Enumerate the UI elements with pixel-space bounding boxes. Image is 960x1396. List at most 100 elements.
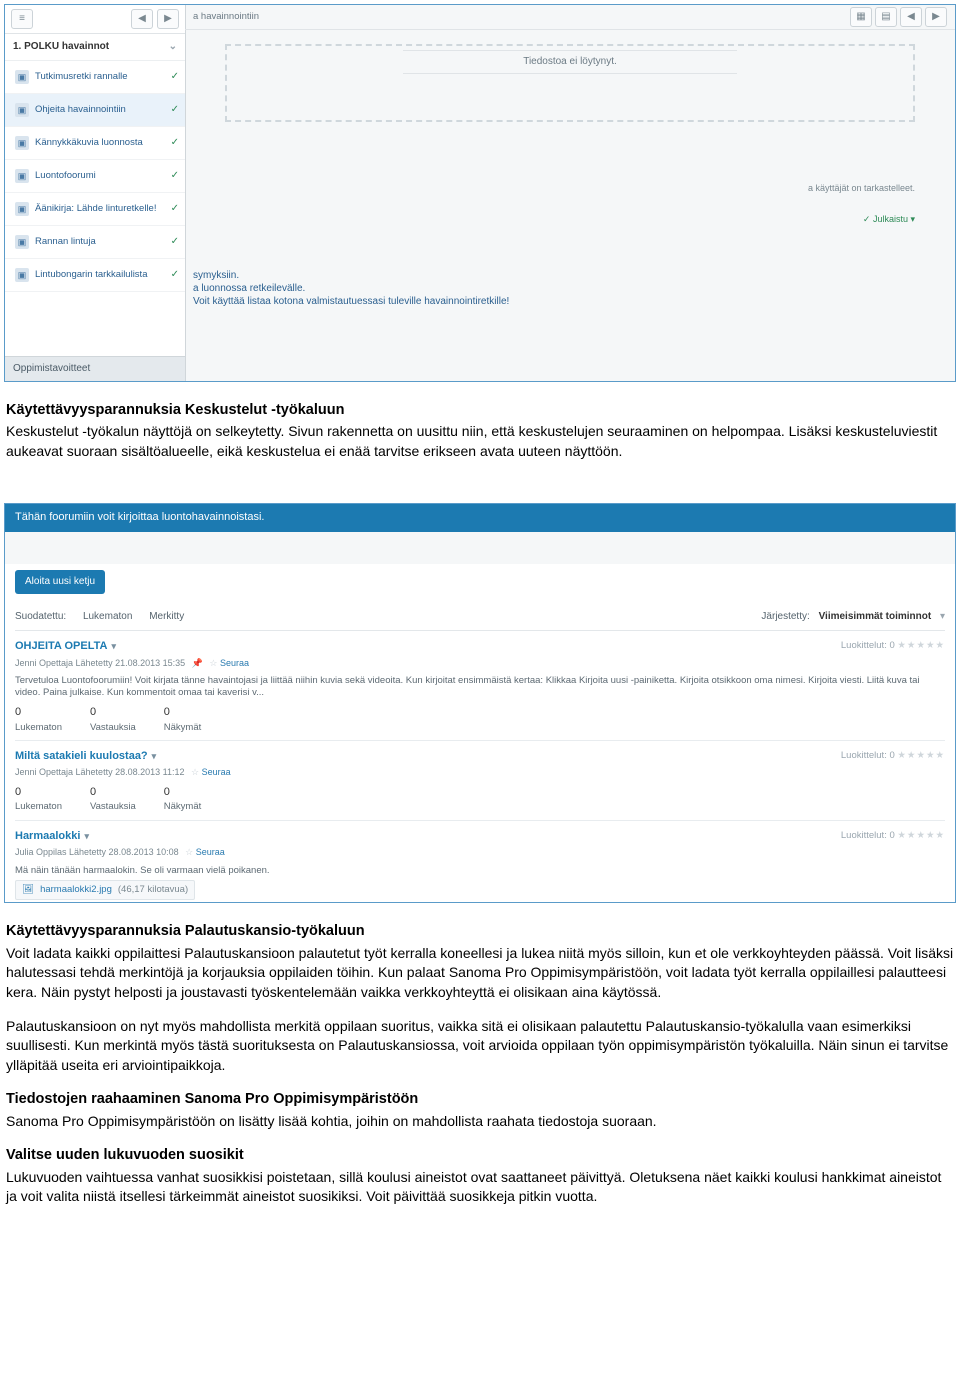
thread-meta: Jenni Opettaja Lähetetty 21.08.2013 15:3… (15, 657, 249, 670)
file-drop-area[interactable]: Tiedostoa ei löytynyt. (225, 44, 915, 122)
doc-icon: ▣ (15, 103, 29, 117)
next-icon[interactable]: ▶ (157, 9, 179, 29)
chevron-down-icon[interactable]: ⌄ (169, 40, 177, 54)
sidebar-footer[interactable]: Oppimistavoitteet (5, 356, 185, 381)
paragraph: Lukuvuoden vaihtuessa vanhat suosikkisi … (6, 1168, 954, 1207)
image-icon: 🖼 (22, 883, 34, 896)
doc-icon: ▣ (15, 136, 29, 150)
follow-link[interactable]: Seuraa (202, 767, 231, 777)
pin-icon: 📌 (192, 658, 203, 668)
screenshot-course-outline: ≡ ◀ ▶ 1. POLKU havainnot ⌄ ▣ Tutkimusret… (4, 4, 956, 382)
truncated-title: a havainnointiin (193, 10, 259, 23)
doc-section: Käytettävyysparannuksia Palautuskansio-t… (0, 921, 960, 1244)
rating: Luokittelut: 0 ★★★★★ (841, 829, 945, 842)
sidebar-item[interactable]: ▣ Ohjeita havainnointiin ✓ (5, 94, 185, 127)
list-icon[interactable]: ≡ (11, 9, 33, 29)
sidebar-item-label: Ohjeita havainnointiin (35, 105, 165, 115)
sidebar-item-label: Lintubongarin tarkkailulista (35, 270, 165, 280)
thread-title: Miltä satakieli kuulostaa?▾ (15, 749, 231, 764)
forum-thread[interactable]: Miltä satakieli kuulostaa?▾ Jenni Opetta… (15, 741, 945, 821)
doc-icon: ▣ (15, 70, 29, 84)
heading: Käytettävyysparannuksia Palautuskansio-t… (6, 921, 954, 941)
thread-stats: 0Lukematon 0Vastauksia 0Näkymät (15, 785, 945, 814)
check-icon: ✓ (171, 169, 179, 183)
sort-label: Järjestetty: (761, 611, 809, 622)
section-title: 1. POLKU havainnot (13, 40, 109, 54)
next-icon[interactable]: ▶ (925, 7, 947, 27)
sidebar-toolbar: ≡ ◀ ▶ (5, 5, 185, 34)
attachment[interactable]: 🖼 harmaalokki2.jpg (46,17 kilotavua) (15, 880, 195, 899)
paragraph: Palautuskansioon on nyt myös mahdollista… (6, 1017, 954, 1076)
attachment-name: harmaalokki2.jpg (40, 883, 112, 896)
sidebar-item-label: Kännykkäkuvia luonnosta (35, 138, 165, 148)
stars-icon: ★★★★★ (897, 640, 945, 651)
sidebar-item-label: Rannan lintuja (35, 237, 165, 247)
sidebar-item-label: Tutkimusretki rannalle (35, 72, 165, 82)
rating: Luokittelut: 0 ★★★★★ (841, 639, 945, 652)
paragraph: Keskustelut -työkalun näyttöjä on selkey… (6, 422, 954, 461)
sidebar-item[interactable]: ▣ Rannan lintuja ✓ (5, 226, 185, 259)
sidebar-item[interactable]: ▣ Äänikirja: Lähde linturetkelle! ✓ (5, 193, 185, 226)
blue-line: symyksiin. (193, 269, 947, 282)
sidebar-item[interactable]: ▣ Tutkimusretki rannalle ✓ (5, 61, 185, 94)
check-icon: ✓ (171, 70, 179, 84)
filter-unread[interactable]: Lukematon (83, 611, 132, 622)
blue-line: Voit käyttää listaa kotona valmistautues… (193, 295, 947, 308)
sort-value[interactable]: Viimeisimmät toiminnot (819, 611, 932, 622)
thread-body: Mä näin tänään harmaalokin. Se oli varma… (15, 865, 945, 877)
doc-icon: ▣ (15, 235, 29, 249)
chevron-down-icon[interactable]: ▾ (940, 611, 945, 622)
sidebar-item[interactable]: ▣ Kännykkäkuvia luonnosta ✓ (5, 127, 185, 160)
visit-row: a käyttäjät on tarkastelleet. (185, 182, 915, 195)
doc-section: Käytettävyysparannuksia Keskustelut -työ… (0, 400, 960, 499)
doc-icon: ▣ (15, 169, 29, 183)
check-icon: ✓ (171, 235, 179, 249)
star-icon[interactable]: ☆ (185, 847, 193, 857)
prev-icon[interactable]: ◀ (900, 7, 922, 27)
attachment-size: (46,17 kilotavua) (118, 883, 188, 896)
follow-link[interactable]: Seuraa (196, 847, 225, 857)
follow-link[interactable]: Seuraa (220, 658, 249, 668)
rating: Luokittelut: 0 ★★★★★ (841, 749, 945, 762)
check-icon: ✓ (171, 103, 179, 117)
thread-meta: Jenni Opettaja Lähetetty 28.08.2013 11:1… (15, 766, 231, 779)
stars-icon: ★★★★★ (897, 830, 945, 841)
thread-body: Tervetuloa Luontofoorumiin! Voit kirjata… (15, 675, 945, 699)
forum-topbar: Tähän foorumiin voit kirjoittaa luontoha… (5, 504, 955, 532)
check-icon: ✓ (171, 268, 179, 282)
star-icon[interactable]: ☆ (209, 658, 217, 668)
chevron-down-icon[interactable]: ▾ (84, 831, 89, 841)
sidebar-item-label: Luontofoorumi (35, 171, 165, 181)
sidebar: ≡ ◀ ▶ 1. POLKU havainnot ⌄ ▣ Tutkimusret… (5, 5, 186, 381)
doc-icon: ▣ (15, 268, 29, 282)
check-icon: ✓ (171, 136, 179, 150)
check-icon: ✓ (171, 202, 179, 216)
chevron-down-icon[interactable]: ▾ (112, 641, 117, 651)
forum-thread[interactable]: Harmaalokki▾ Julia Oppilas Lähetetty 28.… (15, 821, 945, 904)
main-area: a havainnointiin ▦ ▤ ◀ ▶ Tiedostoa ei lö… (185, 5, 955, 381)
screenshot-forum: Tähän foorumiin voit kirjoittaa luontoha… (4, 503, 956, 903)
thread-meta: Julia Oppilas Lähetetty 28.08.2013 10:08… (15, 846, 225, 859)
chevron-down-icon[interactable]: ▾ (152, 751, 157, 761)
sidebar-item[interactable]: ▣ Lintubongarin tarkkailulista ✓ (5, 259, 185, 292)
paragraph: Sanoma Pro Oppimisympäristöön on lisätty… (6, 1112, 954, 1132)
published-status[interactable]: ✓ Julkaistu ▾ (185, 213, 915, 226)
grid-icon[interactable]: ▦ (850, 7, 872, 27)
heading: Tiedostojen raahaaminen Sanoma Pro Oppim… (6, 1089, 954, 1109)
blue-line: a luonnossa retkeilevälle. (193, 282, 947, 295)
sidebar-list: ▣ Tutkimusretki rannalle ✓ ▣ Ohjeita hav… (5, 61, 185, 292)
heading: Valitse uuden lukuvuoden suosikit (6, 1145, 954, 1165)
forum-thread[interactable]: OHJEITA OPELTA▾ Jenni Opettaja Lähetetty… (15, 631, 945, 740)
prev-icon[interactable]: ◀ (131, 9, 153, 29)
sidebar-item[interactable]: ▣ Luontofoorumi ✓ (5, 160, 185, 193)
paragraph: Voit ladata kaikki oppilaittesi Palautus… (6, 944, 954, 1003)
filter-marked[interactable]: Merkitty (149, 611, 184, 622)
new-thread-button[interactable]: Aloita uusi ketju (15, 570, 105, 594)
star-icon[interactable]: ☆ (191, 767, 199, 777)
doc-icon[interactable]: ▤ (875, 7, 897, 27)
stars-icon: ★★★★★ (897, 750, 945, 761)
thread-title: OHJEITA OPELTA▾ (15, 639, 249, 654)
doc-icon: ▣ (15, 202, 29, 216)
section-heading: 1. POLKU havainnot ⌄ (5, 34, 185, 61)
filter-label: Suodatettu: (15, 611, 66, 622)
